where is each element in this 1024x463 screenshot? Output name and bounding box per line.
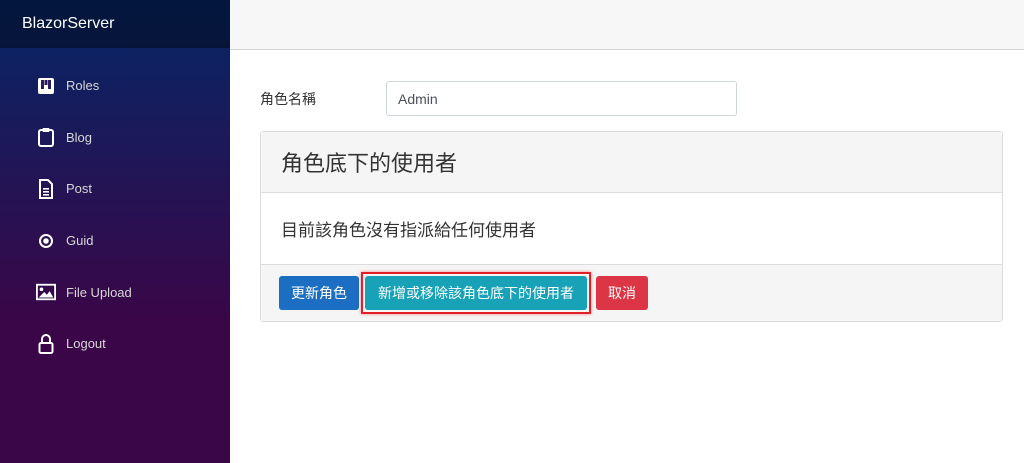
card-title: 角色底下的使用者 xyxy=(261,132,1002,193)
role-users-card: 角色底下的使用者 目前該角色沒有指派給任何使用者 更新角色 新增或移除該角色底下… xyxy=(260,131,1003,322)
card-footer: 更新角色 新增或移除該角色底下的使用者 取消 xyxy=(261,264,1002,321)
nav-menu: Roles Blog Post Guid File Upload Logout xyxy=(0,48,230,370)
document-icon xyxy=(36,178,56,199)
highlight-box: 新增或移除該角色底下的使用者 xyxy=(361,272,591,314)
brand-link[interactable]: BlazorServer xyxy=(22,15,114,33)
nav-label-post: Post xyxy=(66,181,93,197)
cancel-button[interactable]: 取消 xyxy=(596,276,648,310)
nav-item-post[interactable]: Post xyxy=(0,163,230,215)
card-body-text: 目前該角色沒有指派給任何使用者 xyxy=(281,221,536,240)
main-content: 角色名稱 角色底下的使用者 目前該角色沒有指派給任何使用者 更新角色 新增或移除… xyxy=(260,50,1003,322)
sidebar: BlazorServer Roles Blog Post Guid File U… xyxy=(0,0,230,463)
roles-icon xyxy=(36,76,56,96)
brand-bar: BlazorServer xyxy=(0,0,230,48)
role-name-input[interactable] xyxy=(386,81,737,116)
clipboard-icon xyxy=(36,127,56,148)
top-row xyxy=(230,0,1024,50)
manage-users-button[interactable]: 新增或移除該角色底下的使用者 xyxy=(365,276,587,310)
lock-icon xyxy=(36,333,56,354)
nav-item-file-upload[interactable]: File Upload xyxy=(0,266,230,318)
image-icon xyxy=(36,282,56,302)
radio-circle-icon xyxy=(36,231,56,251)
nav-item-blog[interactable]: Blog xyxy=(0,112,230,164)
role-name-row: 角色名稱 xyxy=(260,81,1003,116)
update-role-button[interactable]: 更新角色 xyxy=(279,276,359,310)
nav-label-logout: Logout xyxy=(66,336,106,352)
role-name-label: 角色名稱 xyxy=(260,90,316,107)
nav-label-roles: Roles xyxy=(66,78,100,94)
nav-item-roles[interactable]: Roles xyxy=(0,60,230,112)
nav-label-file-upload: File Upload xyxy=(66,284,132,300)
nav-item-guid[interactable]: Guid xyxy=(0,215,230,267)
nav-item-logout[interactable]: Logout xyxy=(0,318,230,370)
nav-label-blog: Blog xyxy=(66,129,93,145)
nav-label-guid: Guid xyxy=(66,233,94,249)
